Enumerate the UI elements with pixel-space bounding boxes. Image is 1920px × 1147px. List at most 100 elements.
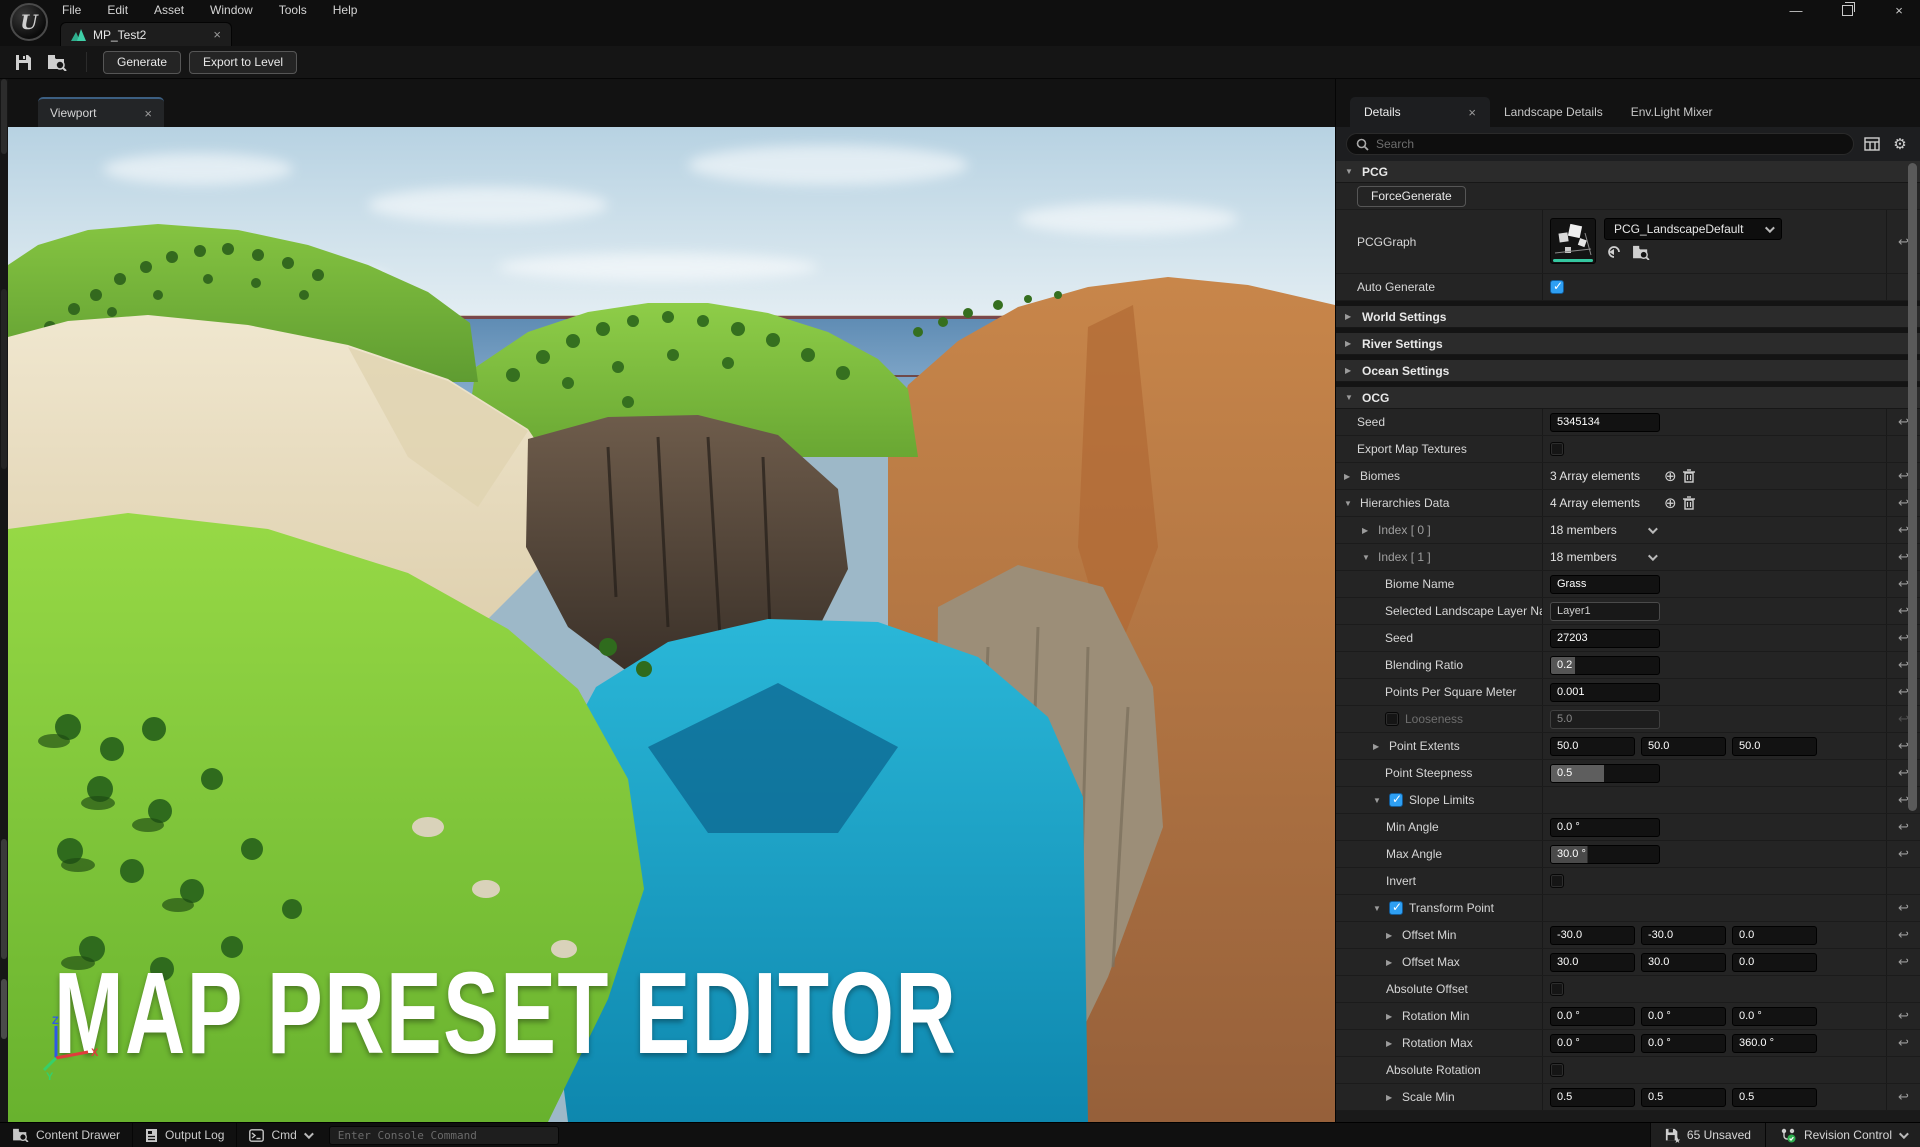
reset-icon[interactable] <box>1886 1003 1920 1029</box>
offset-min-x-input[interactable] <box>1550 926 1635 945</box>
scale-min-z-input[interactable] <box>1732 1088 1817 1107</box>
min-angle-input[interactable] <box>1550 818 1660 837</box>
offset-min-z-input[interactable] <box>1732 926 1817 945</box>
section-ocg[interactable]: OCG <box>1336 387 1920 409</box>
browse-to-asset-icon[interactable] <box>1632 245 1650 260</box>
unsaved-changes-button[interactable]: ★ 65 Unsaved <box>1650 1123 1765 1147</box>
viewport-tab[interactable]: Viewport <box>38 97 164 127</box>
absolute-rotation-checkbox[interactable] <box>1550 1063 1564 1077</box>
slope-limits-checkbox[interactable] <box>1389 793 1403 807</box>
settings-gear-icon[interactable]: ⚙ <box>1890 135 1910 153</box>
tab-landscape-details[interactable]: Landscape Details <box>1490 97 1617 127</box>
viewport-scene[interactable]: MAP PRESET EDITOR Z X Y <box>8 127 1335 1122</box>
scale-min-y-input[interactable] <box>1641 1088 1726 1107</box>
close-details-tab-icon[interactable] <box>1468 106 1476 119</box>
use-selected-icon[interactable] <box>1606 244 1622 260</box>
point-extents-z-input[interactable] <box>1732 737 1817 756</box>
console-command-input[interactable] <box>338 1129 550 1142</box>
search-box[interactable] <box>1346 133 1854 155</box>
delete-elements-icon[interactable] <box>1683 469 1695 483</box>
content-drawer-button[interactable]: Content Drawer <box>0 1123 133 1147</box>
biome-name-input[interactable] <box>1550 575 1660 594</box>
collapse-icon[interactable] <box>1345 167 1355 176</box>
expand-icon[interactable] <box>1345 312 1355 321</box>
rotation-min-x-input[interactable] <box>1550 1007 1635 1026</box>
save-button[interactable] <box>10 50 36 74</box>
tab-env-light-mixer[interactable]: Env.Light Mixer <box>1617 97 1727 127</box>
offset-min-y-input[interactable] <box>1641 926 1726 945</box>
expand-icon[interactable] <box>1386 931 1396 940</box>
restore-icon[interactable] <box>1842 5 1853 16</box>
max-angle-input[interactable] <box>1550 845 1660 864</box>
browse-asset-button[interactable] <box>44 50 70 74</box>
pcggraph-thumbnail[interactable] <box>1550 218 1596 264</box>
search-input[interactable] <box>1376 137 1844 151</box>
reset-icon[interactable] <box>1886 895 1920 921</box>
reset-icon[interactable] <box>1886 814 1920 840</box>
collapsed-sidebar-strip[interactable] <box>0 79 8 1122</box>
chevron-down-icon[interactable] <box>1648 524 1658 534</box>
scale-min-x-input[interactable] <box>1550 1088 1635 1107</box>
offset-max-y-input[interactable] <box>1641 953 1726 972</box>
expand-icon[interactable] <box>1345 339 1355 348</box>
collapse-icon[interactable] <box>1344 499 1354 508</box>
landscape-layer-input[interactable] <box>1550 602 1660 621</box>
expand-icon[interactable] <box>1386 958 1396 967</box>
pcggraph-dropdown[interactable]: PCG_LandscapeDefault <box>1604 218 1782 240</box>
output-log-button[interactable]: Output Log <box>133 1123 237 1147</box>
section-world-settings[interactable]: World Settings <box>1336 306 1920 328</box>
offset-max-x-input[interactable] <box>1550 953 1635 972</box>
section-pcg[interactable]: PCG <box>1336 161 1920 183</box>
scrollbar[interactable] <box>1908 163 1917 811</box>
expand-icon[interactable] <box>1386 1093 1396 1102</box>
expand-icon[interactable] <box>1344 472 1354 481</box>
chevron-down-icon[interactable] <box>1648 551 1658 561</box>
export-to-level-button[interactable]: Export to Level <box>189 51 297 74</box>
add-element-icon[interactable]: ⊕ <box>1664 494 1677 512</box>
reset-icon[interactable] <box>1886 949 1920 975</box>
reset-icon[interactable] <box>1886 841 1920 867</box>
unreal-logo-icon[interactable]: U <box>10 3 48 41</box>
collapse-icon[interactable] <box>1373 796 1383 805</box>
rotation-min-z-input[interactable] <box>1732 1007 1817 1026</box>
display-options-icon[interactable] <box>1862 137 1882 151</box>
reset-icon[interactable] <box>1886 1084 1920 1110</box>
reset-icon[interactable] <box>1886 1030 1920 1056</box>
points-per-sqm-input[interactable] <box>1550 683 1660 702</box>
looseness-checkbox[interactable] <box>1385 712 1399 726</box>
force-generate-button[interactable]: ForceGenerate <box>1357 186 1466 207</box>
seed-input[interactable] <box>1550 413 1660 432</box>
auto-generate-checkbox[interactable] <box>1550 280 1564 294</box>
close-viewport-tab-icon[interactable] <box>144 107 152 120</box>
close-window-icon[interactable]: × <box>1886 3 1912 18</box>
point-extents-y-input[interactable] <box>1641 737 1726 756</box>
expand-icon[interactable] <box>1373 742 1383 751</box>
expand-icon[interactable] <box>1345 366 1355 375</box>
close-tab-icon[interactable] <box>213 28 221 41</box>
rotation-max-y-input[interactable] <box>1641 1034 1726 1053</box>
menu-edit[interactable]: Edit <box>107 3 128 17</box>
collapse-icon[interactable] <box>1373 904 1383 913</box>
reset-icon[interactable] <box>1886 922 1920 948</box>
generate-button[interactable]: Generate <box>103 51 181 74</box>
rotation-min-y-input[interactable] <box>1641 1007 1726 1026</box>
menu-tools[interactable]: Tools <box>279 3 307 17</box>
offset-max-z-input[interactable] <box>1732 953 1817 972</box>
add-element-icon[interactable]: ⊕ <box>1664 467 1677 485</box>
menu-help[interactable]: Help <box>333 3 358 17</box>
menu-file[interactable]: File <box>62 3 81 17</box>
point-steepness-slider[interactable] <box>1550 764 1660 783</box>
seed2-input[interactable] <box>1550 629 1660 648</box>
cmd-selector[interactable]: Cmd <box>237 1123 322 1147</box>
revision-control-button[interactable]: Revision Control <box>1765 1123 1920 1147</box>
collapse-icon[interactable] <box>1345 393 1355 402</box>
section-river-settings[interactable]: River Settings <box>1336 333 1920 355</box>
console-command-box[interactable] <box>329 1126 559 1145</box>
transform-point-checkbox[interactable] <box>1389 901 1403 915</box>
rotation-max-x-input[interactable] <box>1550 1034 1635 1053</box>
rotation-max-z-input[interactable] <box>1732 1034 1817 1053</box>
section-ocean-settings[interactable]: Ocean Settings <box>1336 360 1920 382</box>
absolute-offset-checkbox[interactable] <box>1550 982 1564 996</box>
export-map-textures-checkbox[interactable] <box>1550 442 1564 456</box>
collapse-icon[interactable] <box>1362 553 1372 562</box>
